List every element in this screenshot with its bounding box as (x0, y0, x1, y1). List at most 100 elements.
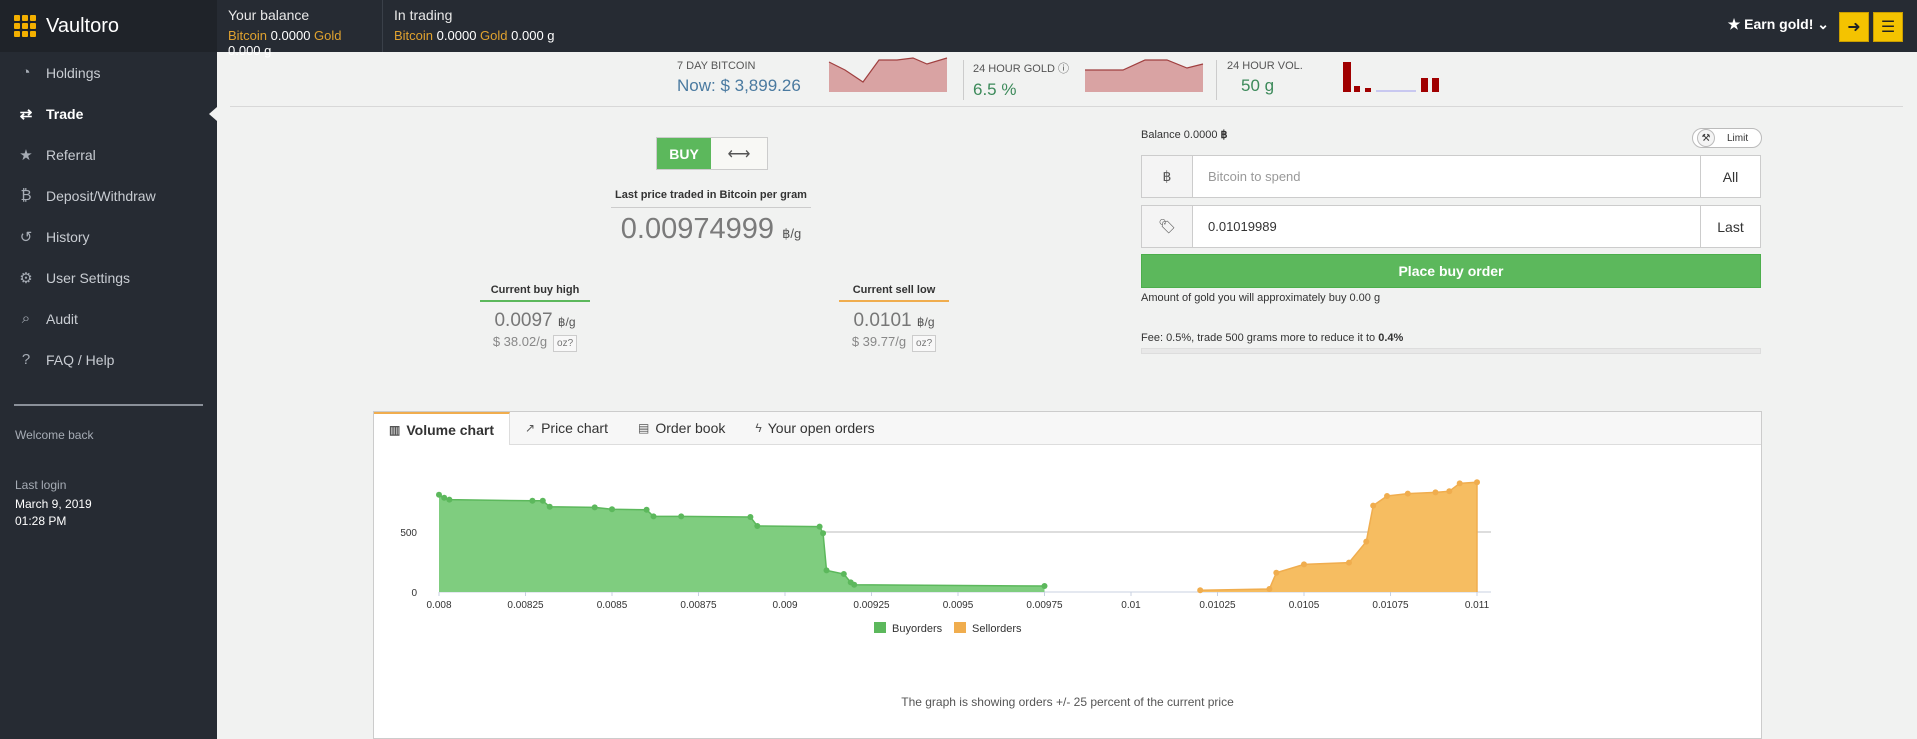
logout-button[interactable]: ➜ (1839, 12, 1869, 42)
data-point (609, 506, 615, 513)
history-icon: ↺ (19, 228, 33, 246)
data-point (816, 523, 823, 530)
price-input[interactable] (1193, 206, 1700, 247)
last-login-value: March 9, 2019 01:28 PM (15, 496, 217, 530)
sidebar-item-faq-help[interactable]: ? FAQ / Help (0, 339, 217, 380)
tab-icon: ↗ (525, 421, 536, 435)
buy-high-usd: $ 38.02/g oz? (480, 334, 590, 352)
sidebar: Vaultoro ◔ Holdings ⇄ Trade ★ Referral ₿ Deposi… (0, 0, 217, 739)
sell-low-price: 0.0101 ฿/g (853, 310, 935, 331)
sidebar-nav: ◔ Holdings ⇄ Trade ★ Referral ₿ Deposit/Withdra… (0, 52, 217, 380)
tab-your-open-orders[interactable]: ϟ Your open orders (740, 412, 889, 444)
your-balance: Your balance Bitcoin 0.0000 Gold 0.000 g (217, 0, 383, 58)
oz-toggle-button[interactable]: oz? (912, 335, 937, 352)
data-point (1197, 587, 1204, 594)
bitcoin-spend-field: ฿ All (1141, 155, 1761, 198)
last-price: 0.00974999 ฿/g (611, 213, 811, 246)
logout-icon: ➜ (1847, 19, 1861, 36)
x-tick-label: 0.00875 (680, 600, 717, 611)
place-buy-order-button[interactable]: Place buy order (1141, 254, 1761, 288)
last-login-date: March 9, 2019 (15, 497, 92, 511)
sidebar-item-label: Referral (46, 146, 96, 163)
data-point (747, 514, 754, 520)
data-point (1273, 569, 1280, 576)
tab-label: Volume chart (406, 421, 494, 438)
stat-volume-value: 50 g (1241, 76, 1275, 95)
tab-volume-chart[interactable]: ▥ Volume chart (374, 412, 510, 445)
last-button[interactable]: Last (1700, 206, 1760, 247)
data-point (840, 571, 847, 577)
bitcoin-spend-input[interactable] (1193, 156, 1700, 197)
data-point (1446, 488, 1453, 495)
stat-volume-label: 24 HOUR VOL. (1227, 60, 1303, 72)
buy-sell-toggle[interactable]: BUY ⟷ (656, 137, 768, 170)
oz-toggle-button[interactable]: oz? (553, 335, 578, 352)
x-tick-label: 0.00975 (1026, 600, 1063, 611)
search-icon: ⌕ (21, 310, 31, 327)
x-tick-label: 0.008 (426, 600, 451, 611)
last-price-value: 0.00974999 (620, 213, 775, 245)
gold-sparkline (1085, 59, 1204, 92)
chart-panel: ▥ Volume chart ↗ Price chart ▤ Order book ϟ You… (373, 411, 1762, 739)
sidebar-item-label: Holdings (46, 64, 101, 81)
last-login-label: Last login (15, 478, 67, 492)
y-tick-label: 0 (411, 588, 417, 599)
data-point (823, 567, 830, 574)
sidebar-item-trade[interactable]: ⇄ Trade (0, 93, 217, 134)
price-field: 🏷 Last (1141, 205, 1761, 248)
buy-button[interactable]: BUY (657, 138, 711, 169)
data-point (1301, 561, 1307, 568)
top-bar: Your balance Bitcoin 0.0000 Gold 0.000 g… (217, 0, 1917, 58)
x-tick-label: 0.00925 (853, 600, 890, 611)
all-button[interactable]: All (1700, 156, 1760, 197)
sell-low-label: Current sell low (839, 284, 949, 302)
series-area-buyorders (439, 494, 1045, 592)
tab-icon: ▥ (389, 422, 401, 437)
current-buy-high: Current buy high 0.0097 ฿/g $ 38.02/g oz? (480, 284, 590, 352)
sidebar-item-holdings[interactable]: ◔ Holdings (0, 52, 217, 93)
x-tick-label: 0.01 (1121, 600, 1141, 611)
sidebar-item-referral[interactable]: ★ Referral (0, 134, 217, 175)
legend-label: Sellorders (972, 623, 1022, 635)
tab-order-book[interactable]: ▤ Order book (623, 412, 740, 444)
price-unit: ฿/g (782, 226, 802, 241)
bitcoin-icon: ₿ (20, 187, 32, 204)
stat-separator (963, 60, 964, 100)
exchange-icon: ⇄ (19, 105, 33, 123)
sidebar-item-history[interactable]: ↺ History (0, 216, 217, 257)
x-tick-label: 0.01025 (1199, 600, 1236, 611)
data-point (754, 523, 761, 529)
bitcoin-sparkline (828, 57, 948, 92)
limit-toggle[interactable]: ⚒ Limit (1692, 128, 1762, 148)
data-point (539, 497, 546, 504)
brand-name: Vaultoro (46, 14, 120, 37)
apps-grid-icon (14, 15, 36, 37)
data-point (851, 581, 858, 588)
tab-price-chart[interactable]: ↗ Price chart (510, 412, 623, 444)
earn-gold-dropdown[interactable]: ★ Earn gold! ⌄ (1728, 16, 1829, 33)
stat-volume: 24 HOUR VOL. 50 g (1227, 60, 1303, 96)
menu-button[interactable]: ☰ (1873, 12, 1903, 42)
x-tick-label: 0.009 (772, 600, 797, 611)
gavel-icon: ⚒ (1697, 129, 1715, 147)
brand[interactable]: Vaultoro (0, 0, 217, 52)
stat-gold-label: 24 HOUR GOLD ⓘ (973, 63, 1069, 75)
sidebar-item-user-settings[interactable]: ⚙ User Settings (0, 257, 217, 298)
data-point (650, 513, 657, 520)
data-point (643, 506, 650, 513)
data-point (591, 504, 598, 511)
tab-icon: ▤ (637, 421, 650, 435)
sidebar-item-deposit-withdraw[interactable]: ₿ Deposit/Withdraw (0, 175, 217, 216)
sidebar-item-audit[interactable]: ⌕ Audit (0, 298, 217, 339)
in-trading: In trading Bitcoin 0.0000 Gold 0.000 g (383, 0, 583, 52)
bitcoin-icon: ฿ (1220, 129, 1228, 141)
fee-progress-bar (1141, 348, 1761, 354)
volume-chart: 0 500 0.008 0.00825 0.0085 0.00875 0.009 0.0092… (400, 479, 1491, 635)
stat-gold: 24 HOUR GOLD ⓘ 6.5 % (973, 60, 1069, 100)
stat-bitcoin-label: 7 DAY BITCOIN (677, 60, 756, 72)
data-point (1345, 559, 1352, 566)
x-tick-label: 0.01075 (1372, 600, 1409, 611)
data-point (546, 503, 553, 510)
swap-icon[interactable]: ⟷ (711, 138, 767, 169)
x-tick-label: 0.0105 (1289, 600, 1320, 611)
